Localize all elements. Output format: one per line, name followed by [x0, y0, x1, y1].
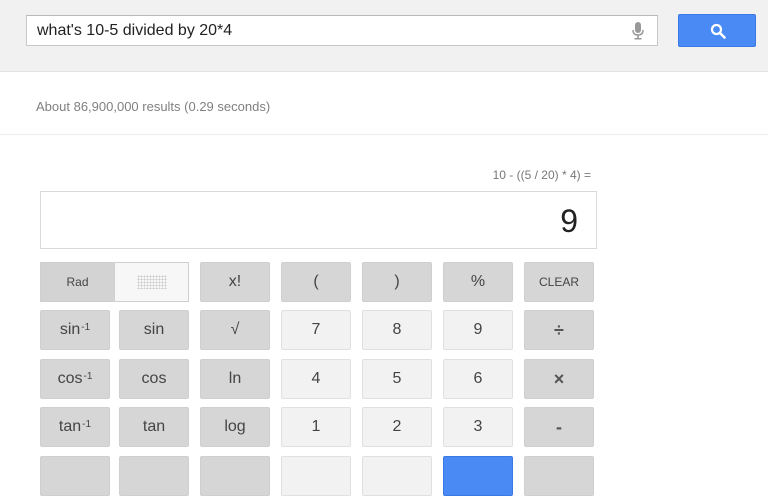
search-button[interactable]	[678, 14, 756, 47]
search-icon	[710, 23, 726, 39]
percent-key[interactable]: %	[443, 262, 513, 302]
close-paren-key[interactable]: )	[362, 262, 432, 302]
cos-key[interactable]: cos	[119, 359, 189, 399]
arccos-key[interactable]: cos -1	[40, 359, 110, 399]
digit-8-key[interactable]: 8	[362, 310, 432, 350]
result-stats: About 86,900,000 results (0.29 seconds)	[36, 99, 271, 114]
log-key[interactable]: log	[200, 407, 270, 447]
deg-button[interactable]	[115, 263, 188, 301]
clear-key[interactable]: CLEAR	[524, 262, 594, 302]
digit-1-key[interactable]: 1	[281, 407, 351, 447]
calculator-key[interactable]	[281, 456, 351, 496]
sqrt-key[interactable]: √	[200, 310, 270, 350]
tan-key[interactable]: tan	[119, 407, 189, 447]
equals-key[interactable]	[443, 456, 513, 496]
multiply-key[interactable]: ×	[524, 359, 594, 399]
digit-5-key[interactable]: 5	[362, 359, 432, 399]
calculator-result: 9	[560, 203, 578, 239]
ln-key[interactable]: ln	[200, 359, 270, 399]
digit-2-key[interactable]: 2	[362, 407, 432, 447]
factorial-key[interactable]: x!	[200, 262, 270, 302]
rad-button[interactable]: Rad	[41, 263, 115, 301]
deg-dots-icon	[136, 275, 167, 289]
calculator-key[interactable]	[362, 456, 432, 496]
calculator-key[interactable]	[200, 456, 270, 496]
digit-9-key[interactable]: 9	[443, 310, 513, 350]
calculator-equation: 10 - ((5 / 20) * 4) =	[492, 168, 591, 182]
arctan-label: tan	[58, 418, 82, 435]
inverse-superscript: -1	[81, 321, 91, 333]
calculator-display: 9	[40, 191, 597, 249]
inverse-superscript: -1	[83, 370, 93, 382]
open-paren-key[interactable]: (	[281, 262, 351, 302]
divider	[0, 134, 768, 135]
inverse-superscript: -1	[82, 418, 92, 430]
arctan-key[interactable]: tan -1	[40, 407, 110, 447]
arcsin-label: sin	[59, 321, 81, 338]
digit-3-key[interactable]: 3	[443, 407, 513, 447]
arccos-label: cos	[57, 370, 83, 387]
minus-key[interactable]: -	[524, 407, 594, 447]
digit-4-key[interactable]: 4	[281, 359, 351, 399]
calculator-key[interactable]	[119, 456, 189, 496]
sin-key[interactable]: sin	[119, 310, 189, 350]
angle-mode-toggle[interactable]: Rad	[40, 262, 189, 302]
search-input[interactable]	[37, 16, 607, 45]
calculator-key[interactable]	[40, 456, 110, 496]
arcsin-key[interactable]: sin -1	[40, 310, 110, 350]
search-box[interactable]	[26, 15, 658, 46]
search-header	[0, 0, 768, 72]
digit-6-key[interactable]: 6	[443, 359, 513, 399]
microphone-icon[interactable]	[631, 22, 645, 40]
digit-7-key[interactable]: 7	[281, 310, 351, 350]
calculator-key[interactable]	[524, 456, 594, 496]
divide-key[interactable]: ÷	[524, 310, 594, 350]
